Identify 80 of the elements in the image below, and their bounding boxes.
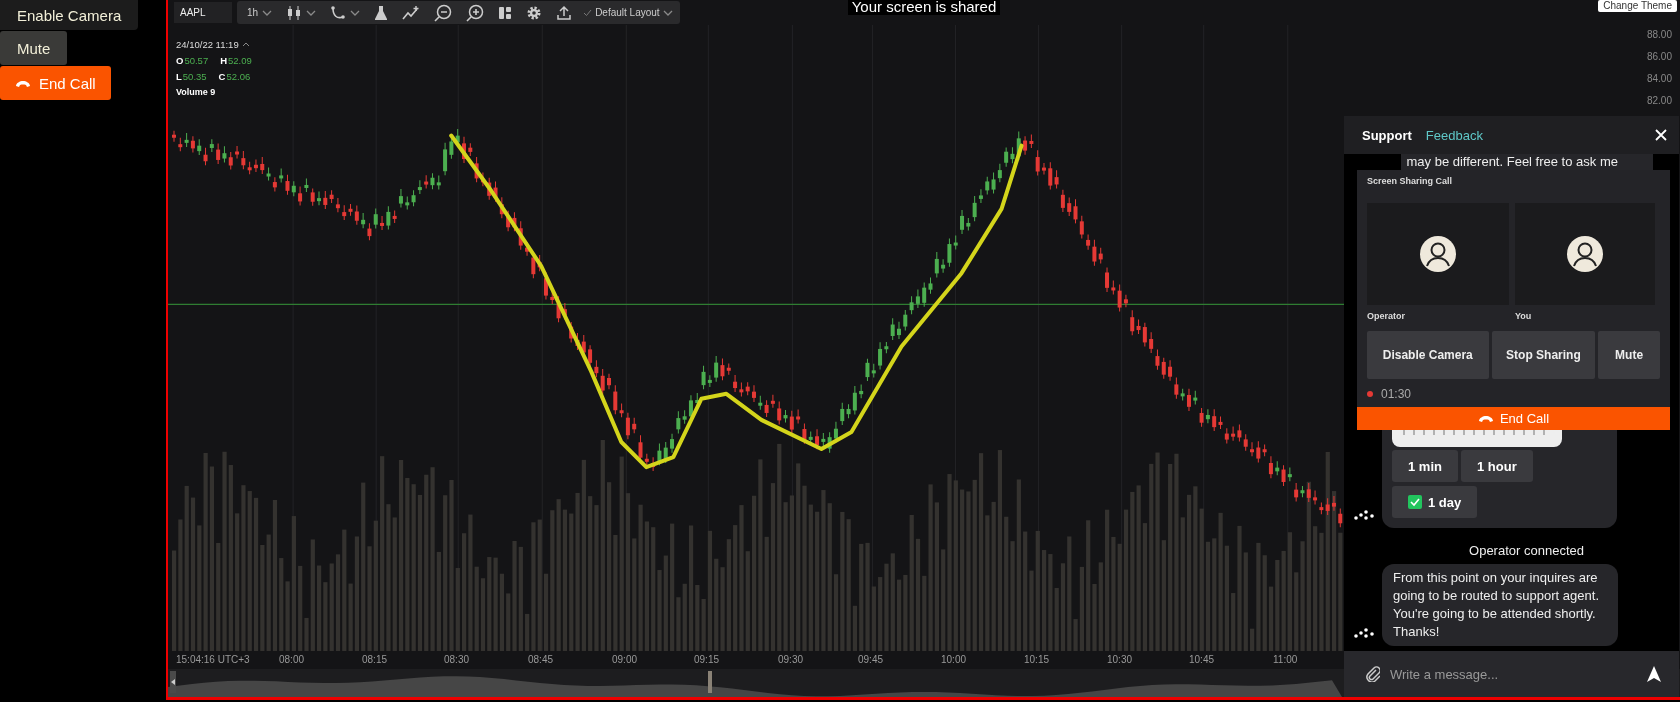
time-label: 09:30 <box>778 654 804 665</box>
option-button[interactable]: 1 hour <box>1460 450 1533 482</box>
trend-plus-icon <box>402 4 421 21</box>
message-input[interactable]: Write a message... <box>1380 651 1637 697</box>
participant-name: You <box>1515 310 1533 323</box>
paperclip-icon <box>1366 666 1380 682</box>
stop-sharing-button[interactable]: Stop Sharing <box>1491 331 1596 379</box>
recording-dot-icon <box>1367 391 1373 397</box>
time-label: 08:15 <box>362 654 388 665</box>
zoom-out-icon <box>434 3 453 22</box>
system-message: Operator connected <box>1468 543 1585 558</box>
legend-key: O <box>176 55 184 66</box>
candles-icon <box>286 4 303 21</box>
avatar-icon <box>1420 236 1456 272</box>
flask-icon <box>374 4 389 21</box>
interval-dropdown[interactable]: 1h <box>240 1 280 24</box>
close-icon <box>1655 129 1667 141</box>
time-label: 09:00 <box>612 654 638 665</box>
time-label: 08:30 <box>444 654 470 665</box>
chat-tab[interactable]: Feedback <box>1425 127 1483 143</box>
volume-label: Volume 9 <box>176 87 217 97</box>
caret-icon <box>241 42 250 47</box>
check-icon <box>583 9 593 16</box>
price-label: 86.00 <box>1646 51 1672 62</box>
legend-key: C <box>218 71 226 82</box>
legend-value: 52.06 <box>226 71 251 82</box>
upload-icon <box>556 4 573 21</box>
send-button[interactable] <box>1637 651 1679 697</box>
legend-datetime[interactable]: 24/10/22 11:19 <box>176 39 252 50</box>
screen-shared-banner: Your screen is shared <box>847 0 1001 15</box>
price-label: 88.00 <box>1646 29 1672 40</box>
price-label: 84.00 <box>1646 73 1672 84</box>
time-label: 10:15 <box>1024 654 1050 665</box>
caret-icon <box>306 9 317 16</box>
time-label: 11:00 <box>1273 654 1298 665</box>
time-label: 10:00 <box>941 654 967 665</box>
range-handle[interactable] <box>708 671 712 693</box>
symbol-field[interactable]: AAPL <box>174 2 232 23</box>
close-button[interactable] <box>1655 129 1667 141</box>
layout-dropdown[interactable]: Default Layout <box>579 1 677 24</box>
legend-value: 52.09 <box>228 55 252 66</box>
layout-icon <box>498 5 513 20</box>
bot-icon <box>1354 628 1374 638</box>
change-theme-button[interactable]: Change Theme <box>1598 0 1677 12</box>
time-label: 09:45 <box>858 654 884 665</box>
caret-icon <box>662 9 673 16</box>
time-label: 15:04:16 UTC+3 <box>176 654 250 665</box>
call-timer: 01:30 <box>1381 387 1412 401</box>
bot-icon <box>1354 510 1374 520</box>
mute-button[interactable]: Mute <box>0 31 68 65</box>
attach-button[interactable] <box>1344 651 1380 697</box>
legend-value: 50.57 <box>184 55 209 66</box>
participant-name: Operator <box>1367 310 1406 323</box>
curve-icon <box>330 4 347 21</box>
legend-key: L <box>176 71 182 82</box>
phone-icon <box>1477 413 1494 424</box>
legend-key: H <box>220 55 228 66</box>
time-label: 08:45 <box>528 654 554 665</box>
caret-icon <box>350 9 361 16</box>
enable-camera-button[interactable]: Enable Camera <box>0 0 139 30</box>
time-label: 08:00 <box>279 654 305 665</box>
range-handle[interactable] <box>170 671 176 693</box>
avatar-icon <box>1567 236 1603 272</box>
option-button[interactable]: 1 min <box>1392 450 1458 482</box>
send-icon <box>1647 666 1661 682</box>
option-button[interactable]: 1 day <box>1392 486 1478 518</box>
zoom-in-icon <box>466 3 485 22</box>
chat-tab[interactable]: Support <box>1362 127 1412 143</box>
time-label: 10:45 <box>1189 654 1215 665</box>
disable-camera-button[interactable]: Disable Camera <box>1367 331 1489 379</box>
freehand-line[interactable] <box>449 133 1024 470</box>
message-bubble: From this point on your inquires are going to be routed to support agent. You're going to be attended shortly. Thanks! <box>1382 564 1618 646</box>
caret-icon <box>262 9 273 16</box>
time-label: 09:15 <box>694 654 720 665</box>
time-label: 10:30 <box>1107 654 1133 665</box>
caret-icon <box>171 679 175 685</box>
price-label: 82.00 <box>1646 95 1672 106</box>
mute-button[interactable]: Mute <box>1598 331 1660 379</box>
legend-value: 50.35 <box>182 71 207 82</box>
settings-icon <box>526 4 543 21</box>
